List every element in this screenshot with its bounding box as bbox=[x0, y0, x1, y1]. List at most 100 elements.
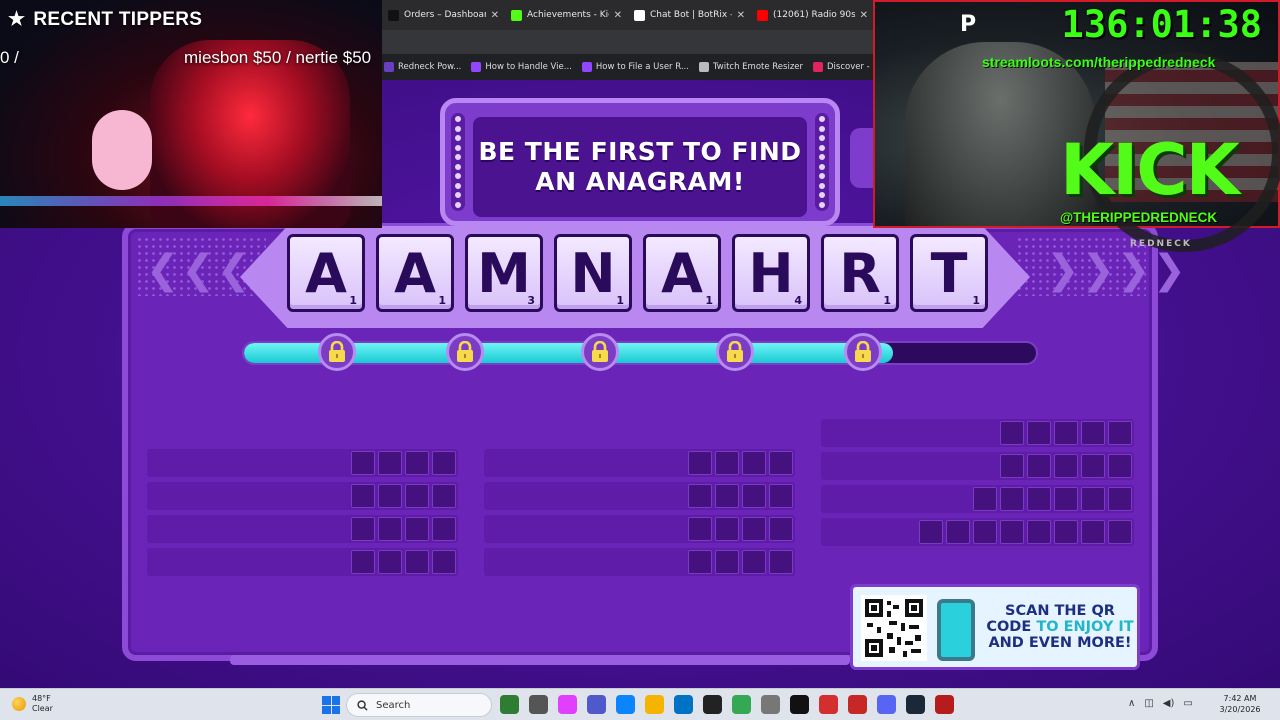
tile-score: 1 bbox=[883, 294, 891, 307]
tab-label: (12061) Radio 90s bbox=[773, 10, 855, 20]
taskbar-app-icon[interactable] bbox=[906, 695, 925, 714]
star-icon: ★ bbox=[8, 9, 26, 30]
chevrons-right: ❯ ❯ ❯ ❯ bbox=[1046, 247, 1187, 293]
taskbar-app-icon[interactable] bbox=[790, 695, 809, 714]
phone-icon bbox=[937, 599, 975, 661]
letter-slot bbox=[715, 451, 739, 475]
battery-icon[interactable]: ▭ bbox=[1183, 698, 1192, 709]
tab-label: Achievements - Kick D bbox=[527, 10, 609, 20]
taskbar-app-icon[interactable] bbox=[848, 695, 867, 714]
letter-slot bbox=[742, 517, 766, 541]
network-icon[interactable]: ◫ bbox=[1144, 698, 1153, 709]
taskbar-app-icon[interactable] bbox=[877, 695, 896, 714]
bookmark-label: How to Handle Vie... bbox=[485, 62, 572, 72]
taskbar-app-icon[interactable] bbox=[587, 695, 606, 714]
banner-lights-left bbox=[451, 113, 465, 211]
taskbar-app-icon[interactable] bbox=[819, 695, 838, 714]
clock[interactable]: 7:42 AM 3/20/2026 bbox=[1210, 693, 1270, 715]
taskbar-app-icon[interactable] bbox=[761, 695, 780, 714]
answer-column-1 bbox=[147, 449, 458, 576]
taskbar-app-icon[interactable] bbox=[935, 695, 954, 714]
letter-tile: R 1 bbox=[821, 234, 899, 312]
taskbar-app-icon[interactable] bbox=[616, 695, 635, 714]
bookmark[interactable]: Twitch Emote Resizer bbox=[698, 62, 803, 72]
qr-text-code: CODE bbox=[986, 619, 1032, 635]
search-icon bbox=[357, 699, 368, 711]
lock-icon bbox=[318, 333, 356, 371]
taskbar-app-icon[interactable] bbox=[732, 695, 751, 714]
letter-tiles: A 1A 1M 3N 1A 1H 4R 1T 1 bbox=[287, 234, 988, 312]
webcam-left: ★ RECENT TIPPERS 0 / miesbon $50 / nerti… bbox=[0, 0, 382, 228]
letter-tile: M 3 bbox=[465, 234, 543, 312]
close-icon[interactable]: ✕ bbox=[860, 10, 868, 21]
letter-tile: A 1 bbox=[643, 234, 721, 312]
answer-slots bbox=[1000, 421, 1132, 445]
browser-tab[interactable]: Chat Bot | BotRix — Cl ✕ bbox=[628, 0, 751, 30]
letter-slot bbox=[1027, 487, 1051, 511]
close-icon[interactable]: ✕ bbox=[737, 10, 745, 21]
letter-slot bbox=[688, 484, 712, 508]
letter-slot bbox=[432, 451, 456, 475]
answer-row bbox=[821, 452, 1134, 480]
bookmark-label: How to File a User R... bbox=[595, 62, 689, 72]
start-button[interactable] bbox=[322, 696, 340, 714]
browser-tab[interactable]: (12061) Radio 90s ✕ bbox=[751, 0, 874, 30]
taskbar-search[interactable]: Search bbox=[346, 693, 492, 717]
bookmark-favicon-icon bbox=[471, 62, 482, 72]
kick-handle: @THERIPPEDREDNECK bbox=[1060, 210, 1218, 225]
answer-slots bbox=[688, 484, 793, 508]
progress-bar bbox=[242, 341, 1038, 365]
plushie bbox=[92, 110, 152, 190]
taskbar-app-icon[interactable] bbox=[529, 695, 548, 714]
browser-tab[interactable]: Orders – Dashboard ✕ bbox=[382, 0, 505, 30]
search-label: Search bbox=[376, 699, 411, 711]
taskbar: 48°F Clear Search ∧ ◫ ◀) ▭ 7:42 AM 3/20/… bbox=[0, 688, 1280, 720]
stream-timer: 136:01:38 bbox=[1061, 3, 1262, 46]
qr-panel[interactable]: SCAN THE QR CODE TO ENJOY IT AND EVEN MO… bbox=[850, 584, 1140, 670]
answer-slots bbox=[351, 484, 456, 508]
tile-score: 1 bbox=[972, 294, 980, 307]
answer-row bbox=[147, 449, 458, 477]
volume-icon[interactable]: ◀) bbox=[1163, 698, 1175, 709]
lock-icon bbox=[581, 333, 619, 371]
letter-slot bbox=[1108, 487, 1132, 511]
answer-row bbox=[821, 485, 1134, 513]
answer-slots bbox=[688, 517, 793, 541]
tippers-ticker: 0 / miesbon $50 / nertie $50 bbox=[0, 44, 382, 70]
letter-slot bbox=[715, 517, 739, 541]
letter-slot bbox=[1054, 520, 1078, 544]
bookmark[interactable]: How to Handle Vie... bbox=[471, 62, 572, 72]
browser-tab[interactable]: Achievements - Kick D ✕ bbox=[505, 0, 628, 30]
bookmark[interactable]: Redneck Pow... bbox=[384, 62, 461, 72]
close-icon[interactable]: ✕ bbox=[491, 10, 499, 21]
bookmark[interactable]: How to File a User R... bbox=[581, 62, 689, 72]
close-icon[interactable]: ✕ bbox=[614, 10, 622, 21]
letter-slot bbox=[378, 550, 402, 574]
address-bar[interactable] bbox=[382, 30, 874, 54]
taskbar-app-icon[interactable] bbox=[500, 695, 519, 714]
answer-row bbox=[484, 548, 795, 576]
taskbar-app-icon[interactable] bbox=[703, 695, 722, 714]
answer-row bbox=[821, 419, 1134, 447]
taskbar-app-icon[interactable] bbox=[674, 695, 693, 714]
letter-slot bbox=[378, 451, 402, 475]
answer-slots bbox=[688, 451, 793, 475]
qr-code-icon bbox=[861, 595, 927, 661]
answer-slots bbox=[688, 550, 793, 574]
bookmark-favicon-icon bbox=[581, 62, 592, 72]
bookmarks-bar: Redneck Pow... How to Handle Vie... How … bbox=[382, 56, 936, 78]
tile-score: 4 bbox=[794, 294, 802, 307]
taskbar-app-icon[interactable] bbox=[558, 695, 577, 714]
letter-slot bbox=[378, 517, 402, 541]
answer-slots bbox=[351, 451, 456, 475]
tile-score: 1 bbox=[349, 294, 357, 307]
bookmark-favicon-icon bbox=[384, 62, 394, 72]
tray-expand-icon[interactable]: ∧ bbox=[1128, 698, 1135, 709]
qr-text-mid: TO ENJOY IT bbox=[1036, 619, 1134, 635]
weather-widget[interactable]: 48°F Clear bbox=[12, 694, 53, 714]
letter-slot bbox=[405, 550, 429, 574]
taskbar-app-icon[interactable] bbox=[645, 695, 664, 714]
lock-icon bbox=[844, 333, 882, 371]
tile-score: 3 bbox=[527, 294, 535, 307]
letter-slot bbox=[1081, 520, 1105, 544]
